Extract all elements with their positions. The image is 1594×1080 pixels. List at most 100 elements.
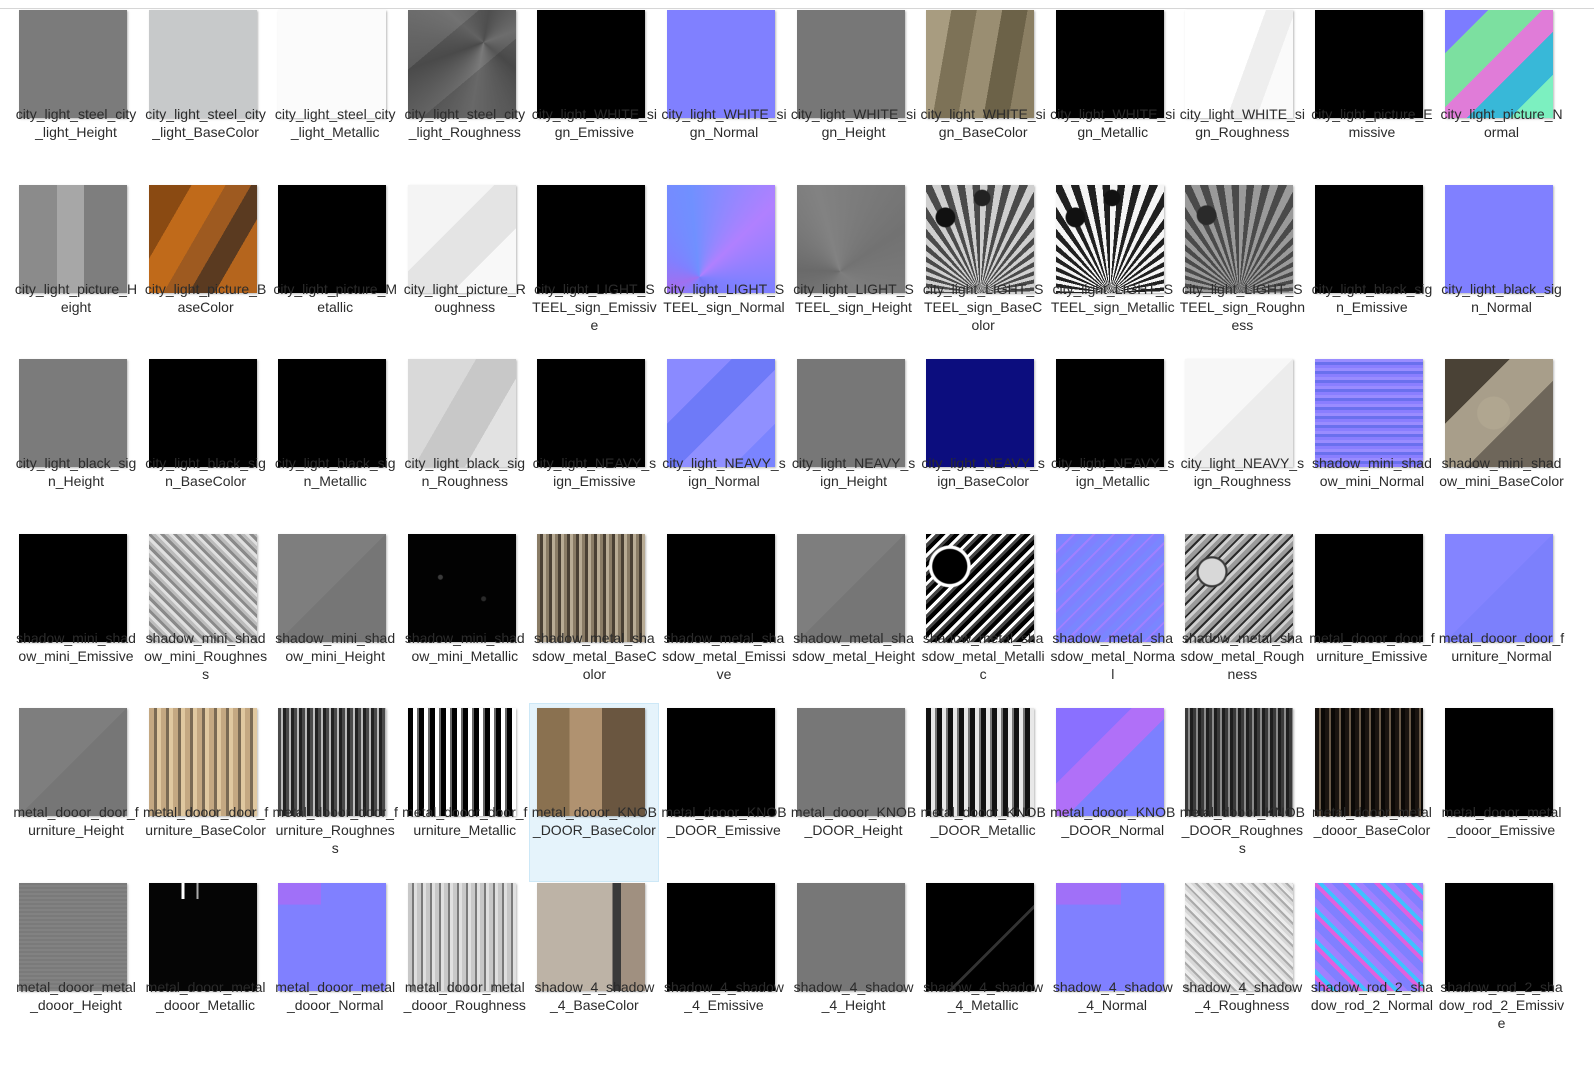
file-item[interactable]: city_light_NEAVY_sign_Metallic: [1048, 358, 1178, 533]
texture-thumbnail[interactable]: [407, 359, 516, 468]
texture-thumbnail[interactable]: [1055, 184, 1164, 293]
texture-thumbnail[interactable]: [926, 708, 1035, 817]
texture-thumbnail[interactable]: [666, 708, 775, 817]
file-item[interactable]: city_light_steel_city_light_Metallic: [270, 9, 400, 184]
texture-thumbnail[interactable]: [537, 184, 646, 293]
texture-thumbnail[interactable]: [1185, 359, 1294, 468]
file-item[interactable]: shadow_mini_shadow_mini_Height: [270, 533, 400, 708]
texture-thumbnail[interactable]: [1055, 10, 1164, 118]
texture-thumbnail[interactable]: [1055, 533, 1164, 642]
texture-thumbnail[interactable]: [926, 184, 1035, 293]
texture-thumbnail[interactable]: [1185, 533, 1294, 642]
texture-thumbnail[interactable]: [1314, 10, 1423, 118]
file-item[interactable]: city_light_WHITE_sign_Normal: [659, 9, 789, 184]
texture-thumbnail[interactable]: [1314, 708, 1423, 817]
texture-thumbnail[interactable]: [926, 10, 1035, 118]
file-item[interactable]: shadow_mini_shadow_mini_BaseColor: [1437, 358, 1567, 533]
texture-thumbnail[interactable]: [1444, 10, 1553, 118]
texture-thumbnail[interactable]: [1314, 359, 1423, 468]
file-item[interactable]: shadow_mini_shadow_mini_Roughness: [141, 533, 271, 708]
file-item[interactable]: city_light_black_sign_BaseColor: [141, 358, 271, 533]
texture-thumbnail[interactable]: [666, 533, 775, 642]
file-item[interactable]: shadow_mini_shadow_mini_Emissive: [11, 533, 141, 708]
texture-thumbnail[interactable]: [666, 184, 775, 293]
texture-thumbnail[interactable]: [537, 533, 646, 642]
texture-thumbnail[interactable]: [148, 708, 257, 817]
file-item[interactable]: metal_dooor_door_furniture_Roughness: [270, 707, 400, 882]
texture-thumbnail[interactable]: [1314, 882, 1423, 991]
file-item[interactable]: metal_dooor_metal_dooor_Height: [11, 882, 141, 1057]
file-item[interactable]: metal_dooor_metal_dooor_BaseColor: [1307, 707, 1437, 882]
file-item[interactable]: metal_dooor_metal_dooor_Roughness: [400, 882, 530, 1057]
texture-thumbnail[interactable]: [407, 882, 516, 991]
texture-thumbnail[interactable]: [19, 184, 127, 293]
file-item[interactable]: metal_dooor_door_furniture_Normal: [1437, 533, 1567, 708]
file-item[interactable]: shadow_4_shadow_4_Metallic: [918, 882, 1048, 1057]
texture-thumbnail[interactable]: [537, 359, 646, 468]
file-item[interactable]: city_light_NEAVY_sign_Emissive: [529, 358, 659, 533]
file-item[interactable]: city_light_picture_Metallic: [270, 184, 400, 359]
file-item[interactable]: city_light_WHITE_sign_BaseColor: [918, 9, 1048, 184]
texture-thumbnail[interactable]: [1314, 533, 1423, 642]
file-item[interactable]: metal_dooor_KNOB_DOOR_Roughness: [1177, 707, 1307, 882]
texture-thumbnail[interactable]: [1185, 708, 1294, 817]
texture-thumbnail[interactable]: [666, 882, 775, 991]
texture-thumbnail[interactable]: [1185, 882, 1294, 991]
texture-thumbnail[interactable]: [796, 708, 905, 817]
texture-thumbnail[interactable]: [19, 882, 127, 991]
file-item[interactable]: metal_dooor_KNOB_DOOR_Normal: [1048, 707, 1178, 882]
file-item[interactable]: city_light_WHITE_sign_Height: [789, 9, 919, 184]
file-item[interactable]: city_light_NEAVY_sign_Normal: [659, 358, 789, 533]
file-item[interactable]: city_light_LIGHT_STEEL_sign_Emissive: [529, 184, 659, 359]
file-item[interactable]: shadow_4_shadow_4_BaseColor: [529, 882, 659, 1057]
file-item[interactable]: metal_dooor_metal_dooor_Emissive: [1437, 707, 1567, 882]
file-item[interactable]: city_light_LIGHT_STEEL_sign_Metallic: [1048, 184, 1178, 359]
texture-thumbnail[interactable]: [1185, 184, 1294, 293]
file-item[interactable]: city_light_picture_BaseColor: [141, 184, 271, 359]
texture-thumbnail[interactable]: [1444, 882, 1553, 991]
file-item[interactable]: city_light_NEAVY_sign_Height: [789, 358, 919, 533]
file-item[interactable]: shadow_rod_2_shadow_rod_2_Emissive: [1437, 882, 1567, 1057]
texture-thumbnail[interactable]: [1444, 359, 1553, 468]
texture-thumbnail[interactable]: [19, 533, 127, 642]
file-item[interactable]: metal_dooor_KNOB_DOOR_Metallic: [918, 707, 1048, 882]
file-item[interactable]: city_light_LIGHT_STEEL_sign_BaseColor: [918, 184, 1048, 359]
texture-thumbnail[interactable]: [19, 10, 127, 118]
texture-thumbnail[interactable]: [926, 359, 1035, 468]
file-item[interactable]: shadow_4_shadow_4_Normal: [1048, 882, 1178, 1057]
file-item[interactable]: shadow_metal_shasdow_metal_Normal: [1048, 533, 1178, 708]
texture-thumbnail[interactable]: [19, 708, 127, 817]
file-item[interactable]: city_light_picture_Height: [11, 184, 141, 359]
texture-thumbnail[interactable]: [278, 708, 387, 817]
file-item[interactable]: shadow_rod_2_shadow_rod_2_Normal: [1307, 882, 1437, 1057]
file-item[interactable]: shadow_4_shadow_4_Height: [789, 882, 919, 1057]
texture-thumbnail[interactable]: [537, 10, 646, 118]
texture-thumbnail[interactable]: [148, 184, 257, 293]
texture-thumbnail[interactable]: [1055, 359, 1164, 468]
file-item[interactable]: metal_dooor_metal_dooor_Normal: [270, 882, 400, 1057]
texture-thumbnail[interactable]: [407, 533, 516, 642]
file-item[interactable]: metal_dooor_door_furniture_BaseColor: [141, 707, 271, 882]
file-item[interactable]: shadow_mini_shadow_mini_Metallic: [400, 533, 530, 708]
texture-thumbnail[interactable]: [796, 533, 905, 642]
texture-thumbnail[interactable]: [148, 533, 257, 642]
texture-thumbnail[interactable]: [278, 184, 387, 293]
file-item[interactable]: city_light_LIGHT_STEEL_sign_Normal: [659, 184, 789, 359]
texture-thumbnail[interactable]: [148, 359, 257, 468]
texture-thumbnail[interactable]: [796, 882, 905, 991]
file-item[interactable]: city_light_black_sign_Normal: [1437, 184, 1567, 359]
texture-thumbnail[interactable]: [1444, 533, 1553, 642]
file-item[interactable]: city_light_steel_city_light_Height: [11, 9, 141, 184]
texture-thumbnail[interactable]: [537, 708, 646, 817]
file-item[interactable]: city_light_black_sign_Height: [11, 358, 141, 533]
file-item[interactable]: city_light_picture_Roughness: [400, 184, 530, 359]
texture-thumbnail[interactable]: [1314, 184, 1423, 293]
file-item[interactable]: metal_dooor_KNOB_DOOR_Emissive: [659, 707, 789, 882]
file-item[interactable]: shadow_metal_shasdow_metal_BaseColor: [529, 533, 659, 708]
file-item[interactable]: metal_dooor_KNOB_DOOR_Height: [789, 707, 919, 882]
texture-thumbnail[interactable]: [148, 882, 257, 991]
file-item[interactable]: city_light_WHITE_sign_Emissive: [529, 9, 659, 184]
file-item[interactable]: city_light_LIGHT_STEEL_sign_Roughness: [1177, 184, 1307, 359]
texture-thumbnail[interactable]: [1055, 708, 1164, 817]
texture-thumbnail[interactable]: [407, 708, 516, 817]
